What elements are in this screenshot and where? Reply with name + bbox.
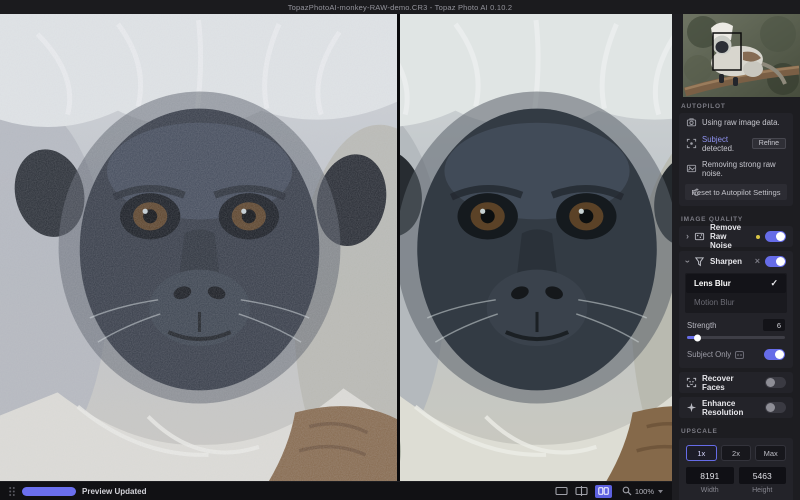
height-input[interactable]: 5463	[739, 467, 787, 484]
height-label: Height	[739, 487, 787, 494]
motion-blur-option[interactable]: Motion Blur	[686, 293, 786, 312]
check-icon: ✓	[770, 278, 778, 289]
title-bar: TopazPhotoAI-monkey-RAW-demo.CR3 - Topaz…	[0, 0, 800, 14]
navigator-image	[683, 14, 800, 97]
chevron-right-icon[interactable]: ›	[686, 232, 689, 241]
width-input[interactable]: 8191	[686, 467, 734, 484]
remove-raw-noise-label: Remove Raw Noise	[710, 223, 746, 250]
lens-blur-option[interactable]: Lens Blur ✓	[686, 274, 786, 293]
original-image-panel[interactable]	[0, 14, 400, 481]
strength-label: Strength	[687, 321, 716, 330]
reset-icon	[692, 188, 701, 197]
subject-only-label: Subject Only	[687, 350, 731, 359]
enhance-resolution-row[interactable]: Enhance Resolution	[679, 397, 793, 418]
autopilot-noise-item: Removing strong raw noise.	[679, 156, 793, 181]
enhance-resolution-label: Enhance Resolution	[702, 399, 755, 417]
reset-autopilot-button[interactable]: Reset to Autopilot Settings	[685, 184, 787, 200]
strength-value[interactable]: 6	[763, 319, 785, 331]
camera-icon	[686, 117, 697, 128]
face-detect-icon	[686, 377, 697, 388]
navigator-thumbnail[interactable]	[683, 14, 800, 97]
upscale-panel: 1x 2x Max 8191 Width 5463 Height Preserv…	[679, 438, 793, 500]
chevron-down-icon[interactable]: ›	[683, 260, 692, 263]
autopilot-panel: Using raw image data. Subject detected. …	[679, 113, 793, 206]
sparkle-icon	[686, 402, 697, 413]
mode-1x-button[interactable]: 1x	[686, 445, 717, 461]
upscale-section-header: UPSCALE	[681, 428, 792, 435]
status-bar: Preview Updated	[0, 481, 672, 500]
enhance-resolution-toggle[interactable]	[765, 402, 786, 413]
recover-faces-label: Recover Faces	[702, 374, 755, 392]
single-view-button[interactable]	[555, 486, 568, 496]
window-title: TopazPhotoAI-monkey-RAW-demo.CR3 - Topaz…	[288, 3, 513, 12]
mask-icon	[735, 351, 744, 359]
sharpen-label: Sharpen	[710, 257, 742, 266]
lens-blur-label: Lens Blur	[694, 279, 731, 288]
recover-faces-row[interactable]: Recover Faces	[679, 372, 793, 393]
reset-button-label: Reset to Autopilot Settings	[691, 188, 780, 197]
zoom-magnifier-icon	[622, 486, 632, 496]
autopilot-raw-data-item: Using raw image data.	[679, 113, 793, 131]
zoom-control[interactable]: 100%	[622, 486, 664, 496]
subject-only-row: Subject Only	[679, 345, 793, 368]
close-icon[interactable]: ×	[755, 257, 760, 266]
sharpen-header-row[interactable]: › Sharpen ×	[679, 251, 793, 272]
drag-handle-icon[interactable]	[8, 486, 16, 497]
upscale-mode-buttons: 1x 2x Max	[686, 445, 786, 461]
attention-dot	[756, 235, 760, 239]
original-monkey-image	[0, 14, 397, 481]
blur-model-list: Lens Blur ✓ Motion Blur	[685, 273, 787, 313]
strength-slider[interactable]	[687, 336, 785, 339]
split-view-icon	[575, 486, 588, 496]
enhanced-image-panel[interactable]	[400, 14, 672, 481]
progress-pill	[22, 487, 76, 496]
sharpen-icon	[694, 256, 705, 267]
app-window: TopazPhotoAI-monkey-RAW-demo.CR3 - Topaz…	[0, 0, 800, 500]
side-by-side-view-button[interactable]	[595, 485, 612, 498]
preview-status: Preview Updated	[82, 487, 146, 496]
autopilot-item-label: Using raw image data.	[702, 118, 780, 127]
autopilot-section-header: AUTOPILOT	[681, 103, 792, 110]
autopilot-item-label: Removing strong raw noise.	[702, 160, 786, 178]
enhanced-monkey-image	[400, 14, 672, 481]
denoise-icon	[694, 231, 705, 242]
sharpen-toggle[interactable]	[765, 256, 786, 267]
autopilot-item-label: Subject detected.	[702, 135, 743, 153]
autopilot-subject-item: Subject detected. Refine	[679, 131, 793, 156]
slider-knob[interactable]	[694, 334, 701, 341]
remove-raw-noise-toggle[interactable]	[765, 231, 786, 242]
width-label: Width	[686, 487, 734, 494]
sharpen-panel: › Sharpen × Lens Blur ✓	[679, 251, 793, 368]
image-quality-section-header: IMAGE QUALITY	[681, 216, 792, 223]
subject-only-toggle[interactable]	[764, 349, 785, 360]
single-view-icon	[555, 486, 568, 496]
zoom-level: 100%	[635, 487, 654, 496]
split-view-button[interactable]	[575, 486, 588, 496]
mode-2x-button[interactable]: 2x	[721, 445, 752, 461]
remove-raw-noise-row[interactable]: › Remove Raw Noise	[679, 226, 793, 247]
image-icon	[686, 163, 697, 174]
right-sidebar: AUTOPILOT Using raw image data.	[672, 14, 800, 500]
mode-max-button[interactable]: Max	[755, 445, 786, 461]
motion-blur-label: Motion Blur	[694, 298, 734, 307]
comparison-canvas	[0, 14, 672, 481]
refine-button[interactable]: Refine	[752, 138, 786, 149]
strength-control: Strength 6	[679, 319, 793, 345]
subject-detect-icon	[686, 138, 697, 149]
side-by-side-icon	[598, 487, 609, 495]
recover-faces-toggle[interactable]	[765, 377, 786, 388]
zoom-caret-icon	[657, 489, 664, 494]
